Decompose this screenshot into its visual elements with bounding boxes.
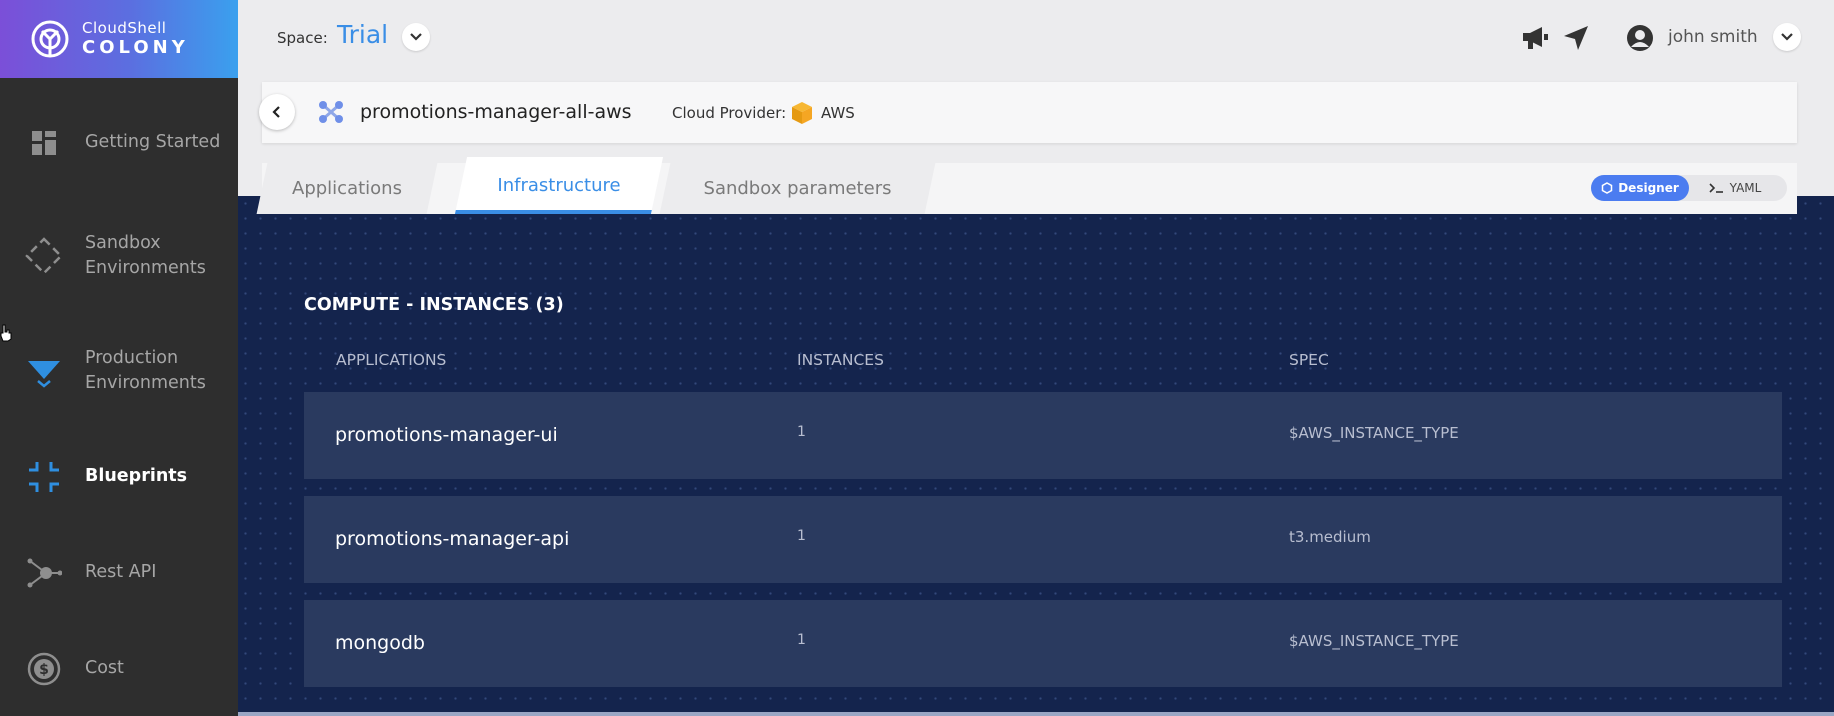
section-title: COMPUTE - INSTANCES (3) <box>304 295 564 315</box>
colony-logo-icon <box>31 20 69 58</box>
cell-application: promotions-manager-ui <box>335 424 558 446</box>
sidebar-item-blueprints[interactable]: Blueprints <box>0 452 238 502</box>
tab-sandbox-parameters[interactable]: Sandbox parameters <box>659 163 936 214</box>
cloud-provider-value: AWS <box>821 104 855 122</box>
sidebar-item-production-environments[interactable]: Production Environments <box>0 341 238 401</box>
bottom-strip <box>238 712 1834 716</box>
chevron-down-icon <box>1781 33 1793 41</box>
cell-instances: 1 <box>797 632 806 648</box>
tab-label: Sandbox parameters <box>703 178 892 199</box>
designer-toggle[interactable]: Designer <box>1591 175 1689 201</box>
designer-label: Designer <box>1618 181 1679 195</box>
sidebar-item-label: Rest API <box>85 562 157 582</box>
sidebar-item-label: Getting Started <box>85 132 221 152</box>
space-selector[interactable]: Trial <box>337 20 388 49</box>
view-toggle: Designer YAML <box>1591 175 1787 201</box>
tabs-bar: Applications Infrastructure Sandbox para… <box>256 157 1797 214</box>
brand-bottom: COLONY <box>82 37 189 58</box>
sidebar-item-cost[interactable]: $ Cost <box>0 644 238 694</box>
cost-icon: $ <box>24 649 64 689</box>
hexagon-icon <box>1601 182 1613 194</box>
brand-logo[interactable]: CloudShell COLONY <box>0 0 238 78</box>
back-button[interactable] <box>259 94 295 130</box>
brand-top: CloudShell <box>82 19 167 37</box>
user-menu-button[interactable] <box>1773 23 1801 51</box>
rest-api-icon <box>24 553 64 593</box>
production-icon <box>24 351 64 391</box>
cell-application: promotions-manager-api <box>335 528 570 550</box>
terminal-icon <box>1709 183 1723 193</box>
tab-label: Infrastructure <box>497 175 621 196</box>
cloud-provider-label: Cloud Provider: <box>672 104 787 122</box>
announcements-icon[interactable] <box>1519 22 1551 54</box>
column-header-applications: APPLICATIONS <box>336 351 447 369</box>
tab-applications[interactable]: Applications <box>256 163 438 214</box>
cell-spec: $AWS_INSTANCE_TYPE <box>1289 632 1459 650</box>
column-header-spec: SPEC <box>1289 351 1329 369</box>
space-dropdown-button[interactable] <box>402 23 430 51</box>
cell-spec: $AWS_INSTANCE_TYPE <box>1289 424 1459 442</box>
sidebar-item-rest-api[interactable]: Rest API <box>0 548 238 598</box>
sidebar-item-label: Production Environments <box>85 348 206 393</box>
cell-instances: 1 <box>797 528 806 544</box>
chevron-left-icon <box>272 106 280 118</box>
space-label: Space: <box>277 29 328 47</box>
cell-instances: 1 <box>797 424 806 440</box>
sandbox-icon <box>24 236 64 276</box>
table-row[interactable]: mongodb 1 $AWS_INSTANCE_TYPE <box>304 600 1782 687</box>
user-avatar-icon[interactable] <box>1624 22 1656 54</box>
table-row[interactable]: promotions-manager-ui 1 $AWS_INSTANCE_TY… <box>304 392 1782 479</box>
yaml-label: YAML <box>1729 181 1762 195</box>
chevron-down-icon <box>410 33 422 41</box>
aws-cube-icon <box>792 102 812 124</box>
blueprint-name: promotions-manager-all-aws <box>360 101 632 123</box>
tab-label: Applications <box>292 178 402 199</box>
cell-spec: t3.medium <box>1289 528 1371 546</box>
blueprint-header: promotions-manager-all-aws Cloud Provide… <box>259 82 1797 143</box>
sidebar-item-label: Blueprints <box>85 466 188 486</box>
tab-infrastructure[interactable]: Infrastructure <box>454 157 664 214</box>
cell-application: mongodb <box>335 632 425 654</box>
sidebar-item-label: Cost <box>85 658 124 678</box>
svg-text:$: $ <box>39 662 49 678</box>
send-icon[interactable] <box>1560 22 1592 54</box>
yaml-toggle[interactable]: YAML <box>1695 175 1775 201</box>
dashboard-icon <box>24 123 64 163</box>
user-name[interactable]: john smith <box>1668 27 1758 47</box>
blueprint-icon <box>319 101 343 123</box>
sidebar-item-getting-started[interactable]: Getting Started <box>0 118 238 168</box>
sidebar-nav: Getting Started Sandbox Environments Pro… <box>0 78 238 716</box>
sidebar-item-label: Sandbox Environments <box>85 233 206 278</box>
table-row[interactable]: promotions-manager-api 1 t3.medium <box>304 496 1782 583</box>
top-bar: Space: Trial john smith <box>238 0 1834 76</box>
hand-cursor-icon <box>0 324 12 342</box>
column-header-instances: INSTANCES <box>797 351 884 369</box>
blueprints-icon <box>24 457 64 497</box>
sidebar: CloudShell COLONY Getting Started Sandbo… <box>0 0 238 716</box>
sidebar-item-sandbox-environments[interactable]: Sandbox Environments <box>0 226 238 286</box>
